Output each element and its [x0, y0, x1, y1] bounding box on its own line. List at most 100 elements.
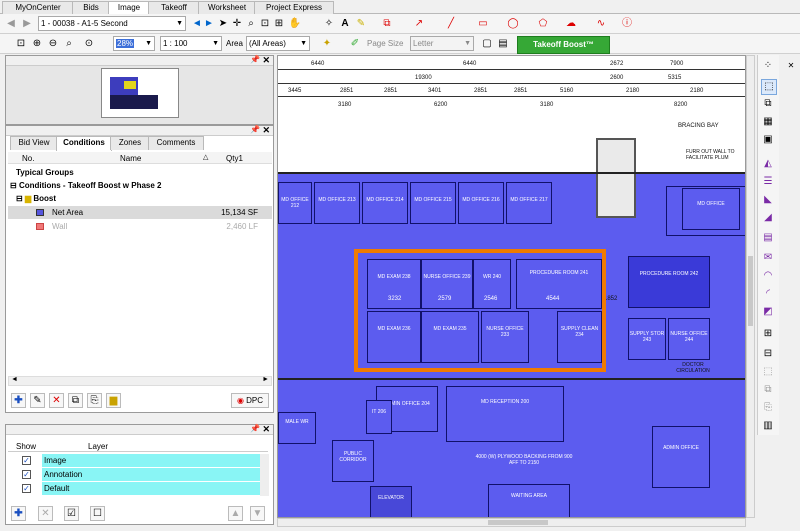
pin-icon[interactable]: 📌 — [250, 125, 260, 134]
room[interactable]: ELEVATOR — [370, 486, 412, 517]
tab-worksheet[interactable]: Worksheet — [198, 1, 256, 15]
magic-select-icon[interactable]: ✧ — [322, 17, 336, 31]
checkbox-checked-icon[interactable]: ✓ — [22, 456, 31, 465]
new-folder-button[interactable]: ▆ — [106, 393, 121, 408]
pin-icon[interactable]: 📌 — [250, 424, 260, 433]
room[interactable]: NURSE OFFICE 244 — [668, 318, 710, 360]
col-name[interactable]: Name — [120, 154, 141, 163]
wand-icon[interactable]: ✦ — [320, 37, 334, 51]
tab-zones[interactable]: Zones — [110, 136, 150, 150]
collapse-icon[interactable]: ⊟ — [10, 181, 19, 190]
fit-page-icon[interactable]: ⊡ — [14, 37, 28, 51]
zoom-out-icon[interactable]: ⊖ — [46, 37, 60, 51]
merge-icon[interactable]: ⊞ — [761, 327, 775, 341]
add-condition-button[interactable]: ✚ — [11, 393, 26, 408]
uncheck-all-button[interactable]: ☐ — [90, 506, 105, 521]
polygon-tool-icon[interactable]: ⬠ — [536, 17, 550, 31]
room[interactable]: PROCEDURE ROOM 242 — [628, 256, 710, 308]
cut-icon[interactable]: ◩ — [761, 305, 775, 319]
pin-icon[interactable]: 📌 — [250, 55, 260, 64]
arrow-tool-icon[interactable]: ↗ — [412, 17, 426, 31]
dpc-button[interactable]: ◉ DPC — [231, 393, 269, 408]
page-select[interactable]: 1 - 00038 - A1-5 Second ▼ — [38, 16, 186, 31]
line-tool-icon[interactable]: ╱ — [444, 17, 458, 31]
copy-icon[interactable]: ⧉ — [761, 383, 775, 397]
document-icon[interactable]: ▤ — [761, 231, 775, 245]
condition-row[interactable]: Wall 2,460 LF — [8, 220, 272, 233]
text-tool-icon[interactable]: A — [338, 17, 352, 31]
layers-icon[interactable]: ⧉ — [761, 97, 775, 111]
drawing-canvas[interactable]: 6440 6440 2672 7900 19300 2600 5315 3445… — [277, 55, 746, 518]
close-icon[interactable]: ✕ — [262, 55, 270, 66]
condition-row[interactable]: Net Area 15,134 SF — [8, 206, 272, 219]
paint-icon[interactable]: ✐ — [348, 37, 362, 51]
close-icon[interactable]: ✕ — [262, 424, 270, 435]
ramp-icon[interactable]: ◢ — [761, 211, 775, 225]
tab-comments[interactable]: Comments — [148, 136, 204, 150]
delete-condition-button[interactable]: ✕ — [49, 393, 64, 408]
pan-hand-icon[interactable]: ✋ — [288, 17, 302, 31]
note-icon[interactable]: ✉ — [761, 251, 775, 265]
room[interactable]: MD OFFICE — [682, 188, 740, 230]
select-tool-icon[interactable]: ➤ — [216, 17, 230, 31]
horizontal-scrollbar[interactable]: ◄ ► — [8, 376, 272, 386]
boost-folder-row[interactable]: ⊟ ▆ Boost — [16, 192, 286, 205]
tab-takeoff[interactable]: Takeoff — [148, 1, 200, 15]
room[interactable]: MD OFFICE 216 — [458, 182, 504, 224]
ellipse-tool-icon[interactable]: ◯ — [506, 17, 520, 31]
slope-icon[interactable]: ◣ — [761, 193, 775, 207]
freehand-tool-icon[interactable]: ∿ — [594, 17, 608, 31]
sort-icon[interactable]: △ — [203, 153, 208, 161]
zoom-window-icon[interactable]: ⊡ — [258, 17, 272, 31]
new-page-icon[interactable]: ▢ — [480, 37, 494, 51]
room[interactable]: MALE WR — [278, 412, 316, 444]
next-page-icon[interactable]: ► — [202, 17, 216, 31]
highlighter-icon[interactable]: ✎ — [354, 17, 368, 31]
alert-icon[interactable]: ⓘ — [620, 17, 634, 31]
scroll-thumb[interactable] — [488, 520, 548, 525]
room[interactable]: MD OFFICE 213 — [314, 182, 360, 224]
zoom-icon[interactable]: ⌕ — [244, 17, 258, 31]
frame-icon[interactable]: ⬚ — [761, 365, 775, 379]
condition-group-row[interactable]: ⊟ Conditions - Takeoff Boost w Phase 2 — [10, 179, 280, 192]
scroll-left-icon[interactable]: ◄ — [11, 376, 18, 383]
crosshair-icon[interactable]: ✛ — [230, 17, 244, 31]
table-icon[interactable]: ▦ — [761, 115, 775, 129]
col-qty1[interactable]: Qty1 — [226, 154, 243, 163]
canvas-horizontal-scrollbar[interactable] — [277, 518, 746, 527]
arc-icon[interactable]: ◠ — [761, 269, 775, 283]
room[interactable]: MD OFFICE 215 — [410, 182, 456, 224]
tab-bids[interactable]: Bids — [72, 1, 110, 15]
tab-conditions[interactable]: Conditions — [56, 136, 112, 151]
room[interactable]: MD RECEPTION 200 — [446, 386, 564, 442]
tab-myoncenter[interactable]: MyOnCenter — [2, 1, 74, 15]
close-icon[interactable]: ✕ — [784, 59, 798, 73]
layer-row[interactable]: ✓ Default — [8, 482, 260, 495]
room[interactable]: WAITING AREA — [488, 484, 570, 517]
room[interactable]: IT 206 — [366, 400, 392, 434]
select-area-icon[interactable]: ⬚ — [761, 79, 777, 95]
layer-row[interactable]: ✓ Image — [8, 454, 260, 467]
scroll-thumb[interactable] — [748, 256, 753, 326]
delete-layer-button[interactable]: ✕ — [38, 506, 53, 521]
room[interactable]: MD OFFICE 214 — [362, 182, 408, 224]
room[interactable]: MD OFFICE 212 — [278, 182, 312, 224]
takeoff-boost-button[interactable]: Takeoff Boost™ — [517, 36, 610, 54]
close-icon[interactable]: ✕ — [262, 125, 270, 136]
scale-select[interactable]: 1 : 100 ▼ — [160, 36, 222, 51]
zoom-select[interactable]: 28% ▼ — [113, 36, 155, 51]
cloud-tool-icon[interactable]: ☁ — [564, 17, 578, 31]
tab-bid-view[interactable]: Bid View — [10, 136, 58, 150]
curve-icon[interactable]: ◜ — [761, 287, 775, 301]
room[interactable]: SUPPLY STOR 243 — [628, 318, 666, 360]
window-icon[interactable]: ▣ — [761, 133, 775, 147]
check-all-button[interactable]: ☑ — [64, 506, 79, 521]
room[interactable]: MD OFFICE 217 — [506, 182, 552, 224]
list-icon[interactable]: ☰ — [761, 175, 775, 189]
paste-icon[interactable]: ⎘ — [761, 401, 775, 415]
split-icon[interactable]: ⊟ — [761, 347, 775, 361]
move-down-button[interactable]: ▼ — [250, 506, 265, 521]
stamp-icon[interactable]: ⧉ — [380, 17, 394, 31]
zoom-in-icon[interactable]: ⊕ — [30, 37, 44, 51]
move-up-button[interactable]: ▲ — [228, 506, 243, 521]
